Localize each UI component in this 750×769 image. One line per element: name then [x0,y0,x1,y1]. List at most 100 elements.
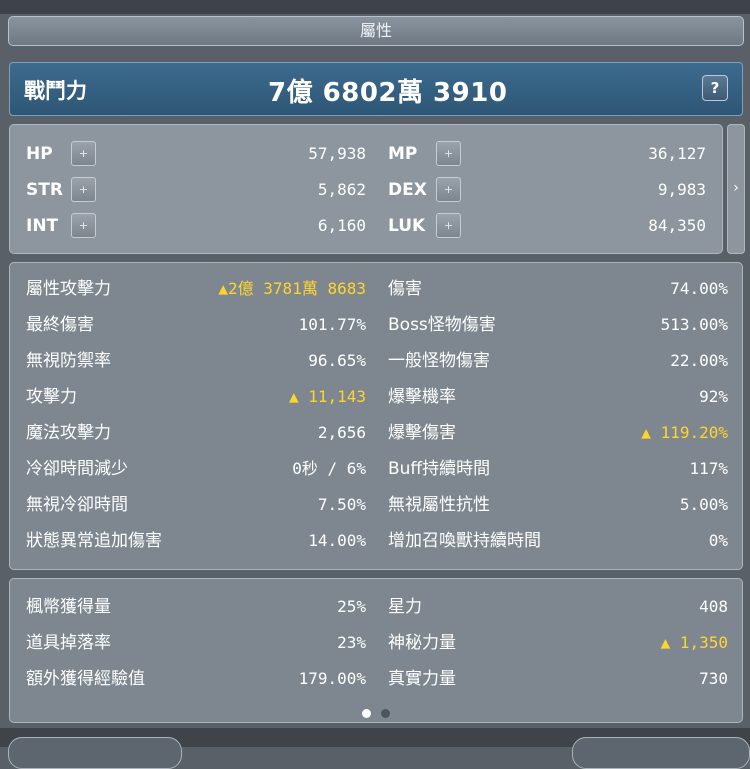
extra-value: 179.00% [298,669,366,688]
detail-row: 爆擊機率 92% [388,385,728,409]
extra-row: 星力 408 [388,595,728,619]
dex-plus-button[interactable]: + [436,177,461,202]
plus-icon: + [443,147,454,160]
detail-label: 爆擊機率 [388,387,456,407]
detail-value: 5.00% [679,495,728,514]
extra-label: 楓幣獲得量 [26,597,111,617]
detail-row: 屬性攻擊力 ▲2億 3781萬 8683 [26,277,366,301]
stat-label: INT [26,216,59,236]
plus-icon: + [443,183,454,196]
stat-label: LUK [388,216,426,236]
extra-label: 額外獲得經驗值 [26,669,145,689]
detail-value: 0秒 / 6% [292,459,366,478]
detail-row: 傷害 74.00% [388,277,728,301]
page-indicator [10,703,742,722]
expand-arrow-button[interactable]: › [727,124,745,254]
bottom-left-button[interactable] [8,737,182,769]
plus-icon: + [443,219,454,232]
stat-row-int: INT + 6,160 [26,213,366,238]
detail-value: 2,656 [317,423,366,442]
combat-power-value: 7億 6802萬 3910 [268,78,508,108]
detail-label: 魔法攻擊力 [26,423,111,443]
extra-label: 星力 [388,597,422,617]
str-plus-button[interactable]: + [71,177,96,202]
detail-label: 攻擊力 [26,387,77,407]
extra-row: 道具掉落率 23% [26,631,366,655]
stat-label: DEX [388,180,427,200]
detail-row: 無視冷卻時間 7.50% [26,493,366,517]
detail-value: ▲ 11,143 [288,387,366,406]
detail-value: 22.00% [670,351,728,370]
stat-row-hp: HP + 57,938 [26,141,366,166]
stat-row-dex: DEX + 9,983 [388,177,706,202]
extra-row: 神秘力量 ▲ 1,350 [388,631,728,655]
detail-label: 一般怪物傷害 [388,351,490,371]
stat-row-mp: MP + 36,127 [388,141,706,166]
window-top-edge [0,0,750,14]
stat-row-str: STR + 5,862 [26,177,366,202]
extra-stats-panel: 楓幣獲得量 25% 道具掉落率 23% 額外獲得經驗值 179.00% 星力 408 神… [9,578,743,723]
page-dot-2[interactable] [381,709,390,718]
detail-label: 爆擊傷害 [388,423,456,443]
stat-row-luk: LUK + 84,350 [388,213,706,238]
detail-label: 傷害 [388,279,422,299]
detail-value: 513.00% [660,315,728,334]
stat-label: HP [26,144,53,164]
detail-label: Boss怪物傷害 [388,315,496,335]
ap-stats-panel: HP + 57,938 MP + 36,127 STR + 5,862 DEX … [9,124,723,254]
detail-value: 101.77% [298,315,366,334]
window-title: 屬性 [8,16,744,46]
extra-value: ▲ 1,350 [660,633,728,652]
combat-power-bar: 戰鬥力 7億 6802萬 3910 ? [9,62,743,116]
combat-power-label: 戰鬥力 [24,79,87,103]
stat-value: 36,127 [648,144,706,163]
detail-row: Buff持續時間 117% [388,457,728,481]
detail-label: 無視防禦率 [26,351,111,371]
detail-value: ▲ 119.20% [641,423,728,442]
page-dot-1[interactable] [362,709,371,718]
detail-row: 狀態異常追加傷害 14.00% [26,529,366,553]
bottom-right-button[interactable] [572,737,750,769]
mp-plus-button[interactable]: + [436,141,461,166]
extra-value: 25% [337,597,366,616]
stat-value: 57,938 [308,144,366,163]
detail-row: 無視防禦率 96.65% [26,349,366,373]
detail-row: Boss怪物傷害 513.00% [388,313,728,337]
detail-row: 冷卻時間減少 0秒 / 6% [26,457,366,481]
detail-label: 冷卻時間減少 [26,459,128,479]
detail-row: 增加召喚獸持續時間 0% [388,529,728,553]
detail-label: 屬性攻擊力 [26,279,111,299]
detail-label: 無視屬性抗性 [388,495,490,515]
stat-label: MP [388,144,418,164]
detail-value: 96.65% [308,351,366,370]
detail-value: 74.00% [670,279,728,298]
stat-value: 6,160 [317,216,366,235]
detail-value: ▲2億 3781萬 8683 [218,279,366,298]
detail-value: 117% [689,459,728,478]
detail-label: 最終傷害 [26,315,94,335]
detail-row: 魔法攻擊力 2,656 [26,421,366,445]
extra-value: 730 [699,669,728,688]
detail-label: 狀態異常追加傷害 [26,531,162,551]
plus-icon: + [78,147,89,160]
extra-row: 真實力量 730 [388,667,728,691]
detail-value: 92% [699,387,728,406]
detail-value: 7.50% [317,495,366,514]
detail-row: 無視屬性抗性 5.00% [388,493,728,517]
plus-icon: + [78,183,89,196]
stat-label: STR [26,180,63,200]
extra-label: 神秘力量 [388,633,456,653]
luk-plus-button[interactable]: + [436,213,461,238]
detail-value: 14.00% [308,531,366,550]
detail-row: 一般怪物傷害 22.00% [388,349,728,373]
detail-label: 增加召喚獸持續時間 [388,531,541,551]
help-button[interactable]: ? [702,75,728,101]
stat-value: 9,983 [657,180,706,199]
stat-value: 84,350 [648,216,706,235]
extra-label: 道具掉落率 [26,633,111,653]
detail-row: 爆擊傷害 ▲ 119.20% [388,421,728,445]
int-plus-button[interactable]: + [71,213,96,238]
hp-plus-button[interactable]: + [71,141,96,166]
detail-stats-panel: 屬性攻擊力 ▲2億 3781萬 8683 最終傷害 101.77% 無視防禦率 96.… [9,262,743,570]
extra-row: 額外獲得經驗值 179.00% [26,667,366,691]
